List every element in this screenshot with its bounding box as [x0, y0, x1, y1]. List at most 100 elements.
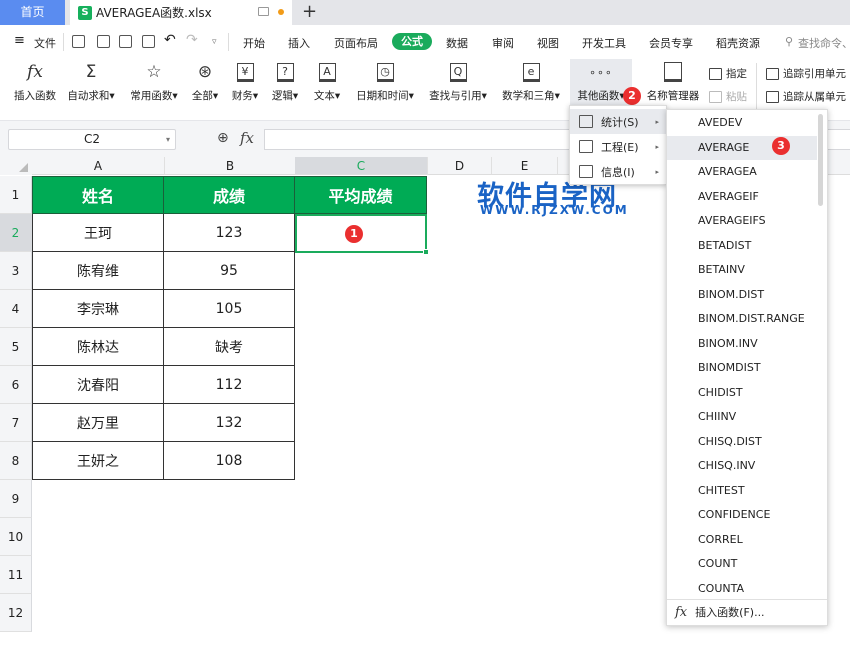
- name-cell[interactable]: 王珂: [32, 214, 164, 252]
- column-header-c[interactable]: C: [295, 157, 427, 175]
- tab-data[interactable]: 数据: [446, 35, 468, 51]
- tab-docer[interactable]: 稻壳资源: [716, 35, 760, 51]
- name-box[interactable]: C2 ▾: [8, 129, 176, 150]
- scrollbar[interactable]: [818, 114, 823, 206]
- function-item-chiinv[interactable]: CHIINV: [667, 405, 817, 429]
- tab-view[interactable]: 视图: [537, 35, 559, 51]
- row-header-3[interactable]: 3: [0, 252, 32, 290]
- name-cell[interactable]: 陈宥维: [32, 252, 164, 290]
- tab-file[interactable]: S AVERAGEA函数.xlsx: [70, 0, 292, 25]
- customize-dropdown-icon[interactable]: ▿: [212, 37, 217, 47]
- row-header-2[interactable]: 2: [0, 214, 32, 252]
- print-icon[interactable]: [119, 35, 132, 48]
- score-cell[interactable]: 95: [164, 252, 295, 290]
- tab-page-layout[interactable]: 页面布局: [334, 35, 378, 51]
- hamburger-icon[interactable]: ≡: [14, 33, 25, 48]
- function-item-avedev[interactable]: AVEDEV: [667, 111, 817, 135]
- submenu-item-engineering[interactable]: 工程(E) ▸: [570, 134, 666, 159]
- header-cell[interactable]: 成绩: [164, 176, 295, 214]
- fx-icon[interactable]: fx: [240, 129, 254, 147]
- chevron-down-icon[interactable]: ▾: [166, 130, 170, 149]
- zoom-icon[interactable]: ⊕: [217, 130, 229, 146]
- function-item-average[interactable]: AVERAGE: [667, 135, 817, 160]
- select-all-corner[interactable]: [0, 157, 32, 175]
- function-item-binomdist[interactable]: BINOMDIST: [667, 356, 817, 380]
- header-cell[interactable]: 姓名: [32, 176, 164, 214]
- date-time-button[interactable]: ◷ 日期和时间▾: [352, 59, 418, 111]
- score-cell[interactable]: 123: [164, 214, 295, 252]
- file-menu[interactable]: 文件: [34, 35, 56, 51]
- row-header-5[interactable]: 5: [0, 328, 32, 366]
- save-icon[interactable]: [72, 35, 85, 48]
- header-cell[interactable]: 平均成绩: [295, 176, 427, 214]
- submenu-item-information[interactable]: 信息(I) ▸: [570, 159, 666, 184]
- paste-button[interactable]: 粘贴: [709, 89, 747, 104]
- search-command-input[interactable]: 查找命令、: [798, 35, 850, 51]
- row-header-11[interactable]: 11: [0, 556, 32, 594]
- score-cell[interactable]: 108: [164, 442, 295, 480]
- name-cell[interactable]: 赵万里: [32, 404, 164, 442]
- search-icon[interactable]: ⚲: [785, 35, 793, 48]
- fill-handle[interactable]: [423, 249, 429, 255]
- name-cell[interactable]: 沈春阳: [32, 366, 164, 404]
- function-item-chisq-dist[interactable]: CHISQ.DIST: [667, 430, 817, 454]
- submenu-item-statistical[interactable]: 统计(S) ▸: [570, 109, 666, 134]
- function-item-chidist[interactable]: CHIDIST: [667, 381, 817, 405]
- tab-developer[interactable]: 开发工具: [582, 35, 626, 51]
- function-item-count[interactable]: COUNT: [667, 552, 817, 576]
- row-header-8[interactable]: 8: [0, 442, 32, 480]
- tab-review[interactable]: 审阅: [492, 35, 514, 51]
- row-header-9[interactable]: 9: [0, 480, 32, 518]
- math-trig-button[interactable]: e 数学和三角▾: [498, 59, 564, 111]
- more-functions-button[interactable]: ∘∘∘ 其他函数▾: [570, 59, 632, 111]
- name-manager-button[interactable]: 名称管理器: [644, 59, 702, 111]
- insert-function-menu-item[interactable]: fx 插入函数(F)...: [675, 604, 765, 620]
- common-functions-button[interactable]: ☆ 常用函数▾: [126, 59, 182, 111]
- row-header-1[interactable]: 1: [0, 176, 32, 214]
- lookup-reference-button[interactable]: Q 查找与引用▾: [425, 59, 491, 111]
- trace-precedents-button[interactable]: 追踪引用单元: [766, 66, 846, 81]
- text-button[interactable]: A 文本▾: [309, 59, 345, 111]
- row-header-6[interactable]: 6: [0, 366, 32, 404]
- name-cell[interactable]: 陈林达: [32, 328, 164, 366]
- function-item-averageifs[interactable]: AVERAGEIFS: [667, 209, 817, 233]
- autosum-button[interactable]: Σ 自动求和▾: [63, 59, 119, 111]
- function-item-chisq-inv[interactable]: CHISQ.INV: [667, 454, 817, 478]
- tab-home[interactable]: 首页: [0, 0, 65, 25]
- tab-start[interactable]: 开始: [243, 35, 265, 51]
- function-item-chitest[interactable]: CHITEST: [667, 479, 817, 503]
- row-header-10[interactable]: 10: [0, 518, 32, 556]
- insert-function-button[interactable]: fx 插入函数: [10, 59, 60, 111]
- tab-formulas[interactable]: 公式: [392, 33, 432, 50]
- function-item-binom-dist[interactable]: BINOM.DIST: [667, 283, 817, 307]
- function-item-betainv[interactable]: BETAINV: [667, 258, 817, 282]
- name-cell[interactable]: 王妍之: [32, 442, 164, 480]
- score-cell[interactable]: 缺考: [164, 328, 295, 366]
- function-item-confidence[interactable]: CONFIDENCE: [667, 503, 817, 527]
- function-item-binom-inv[interactable]: BINOM.INV: [667, 332, 817, 356]
- score-cell[interactable]: 105: [164, 290, 295, 328]
- all-functions-button[interactable]: ⊛ 全部▾: [188, 59, 222, 111]
- column-header-a[interactable]: A: [32, 157, 164, 175]
- row-header-7[interactable]: 7: [0, 404, 32, 442]
- name-cell[interactable]: 李宗琳: [32, 290, 164, 328]
- new-tab-button[interactable]: +: [302, 1, 317, 23]
- specify-button[interactable]: 指定: [709, 66, 747, 81]
- tab-member[interactable]: 会员专享: [649, 35, 693, 51]
- column-header-e[interactable]: E: [491, 157, 557, 175]
- export-icon[interactable]: [97, 35, 110, 48]
- print-preview-icon[interactable]: [142, 35, 155, 48]
- function-item-averagea[interactable]: AVERAGEA: [667, 160, 817, 184]
- row-header-12[interactable]: 12: [0, 594, 32, 632]
- column-header-b[interactable]: B: [164, 157, 295, 175]
- function-item-betadist[interactable]: BETADIST: [667, 234, 817, 258]
- score-cell[interactable]: 132: [164, 404, 295, 442]
- monitor-icon[interactable]: [258, 7, 269, 16]
- score-cell[interactable]: 112: [164, 366, 295, 404]
- function-item-averageif[interactable]: AVERAGEIF: [667, 185, 817, 209]
- trace-dependents-button[interactable]: 追踪从属单元: [766, 89, 846, 104]
- tab-insert[interactable]: 插入: [288, 35, 310, 51]
- function-item-binom-dist-range[interactable]: BINOM.DIST.RANGE: [667, 307, 817, 331]
- undo-icon[interactable]: ↶: [164, 32, 176, 48]
- function-item-correl[interactable]: CORREL: [667, 528, 817, 552]
